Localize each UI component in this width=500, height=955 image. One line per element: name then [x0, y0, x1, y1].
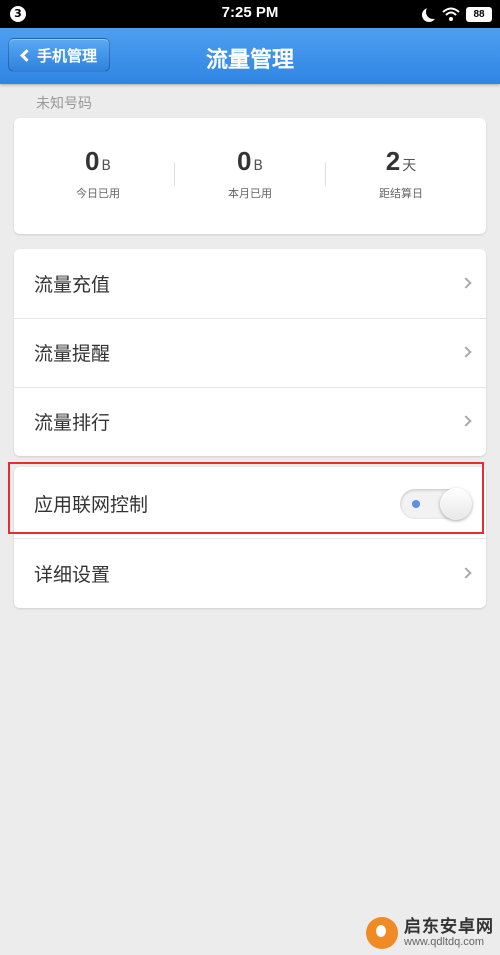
stat-caption: 今日已用 [76, 187, 120, 200]
stat-today-used: 0B 今日已用 [38, 146, 158, 201]
stat-unit: B [101, 158, 112, 174]
chevron-right-icon [460, 277, 472, 289]
wifi-icon [442, 7, 460, 21]
stat-divider [174, 162, 175, 186]
watermark-text: 启东安卓网 www.qdltdq.com [404, 916, 494, 949]
toggle-indicator-dot [412, 500, 420, 508]
watermark-logo-icon [366, 917, 398, 949]
watermark-title: 启东安卓网 [404, 916, 494, 937]
menu-item-ranking[interactable]: 流量排行 [14, 387, 486, 456]
menu-item-app-network-control: 应用联网控制 [14, 469, 486, 538]
menu-item-recharge[interactable]: 流量充值 [14, 249, 486, 318]
menu-item-label: 流量充值 [34, 274, 111, 296]
menu-item-label: 应用联网控制 [34, 494, 149, 516]
status-bar: 3 7:25 PM 88 [0, 0, 500, 28]
watermark-url: www.qdltdq.com [404, 936, 485, 949]
stat-divider [325, 162, 326, 186]
traffic-menu-card: 流量充值 流量提醒 流量排行 [14, 249, 486, 456]
nav-bar: 手机管理 流量管理 [0, 28, 500, 84]
stat-caption: 本月已用 [228, 187, 272, 200]
usage-stats-card: 0B 今日已用 0B 本月已用 2天 距结算日 [14, 118, 486, 234]
menu-item-label: 流量排行 [34, 412, 111, 434]
page-title: 流量管理 [205, 48, 294, 73]
menu-item-detailed-settings[interactable]: 详细设置 [14, 539, 486, 608]
stat-days-to-billing: 2天 距结算日 [341, 146, 461, 201]
settings-menu-card: 应用联网控制 详细设置 [14, 467, 486, 608]
app-network-control-toggle[interactable] [400, 488, 472, 520]
status-icons: 88 [422, 5, 492, 23]
stat-value: 2 [385, 146, 401, 176]
stat-value: 0 [236, 146, 252, 176]
stat-month-used: 0B 本月已用 [190, 146, 310, 201]
stat-unit: B [253, 158, 264, 174]
battery-icon: 88 [466, 6, 492, 22]
menu-item-reminder[interactable]: 流量提醒 [14, 318, 486, 387]
toggle-knob[interactable] [440, 488, 472, 520]
menu-item-label: 流量提醒 [34, 343, 111, 365]
stat-unit: 天 [402, 158, 417, 174]
watermark: 启东安卓网 www.qdltdq.com [366, 917, 494, 949]
phone-number-label: 未知号码 [36, 96, 92, 112]
chevron-right-icon [460, 346, 472, 358]
moon-icon [426, 5, 440, 19]
stat-caption: 距结算日 [379, 187, 423, 200]
chevron-right-icon [460, 567, 472, 579]
chevron-right-icon [460, 415, 472, 427]
menu-item-label: 详细设置 [34, 564, 111, 586]
stat-value: 0 [84, 146, 100, 176]
